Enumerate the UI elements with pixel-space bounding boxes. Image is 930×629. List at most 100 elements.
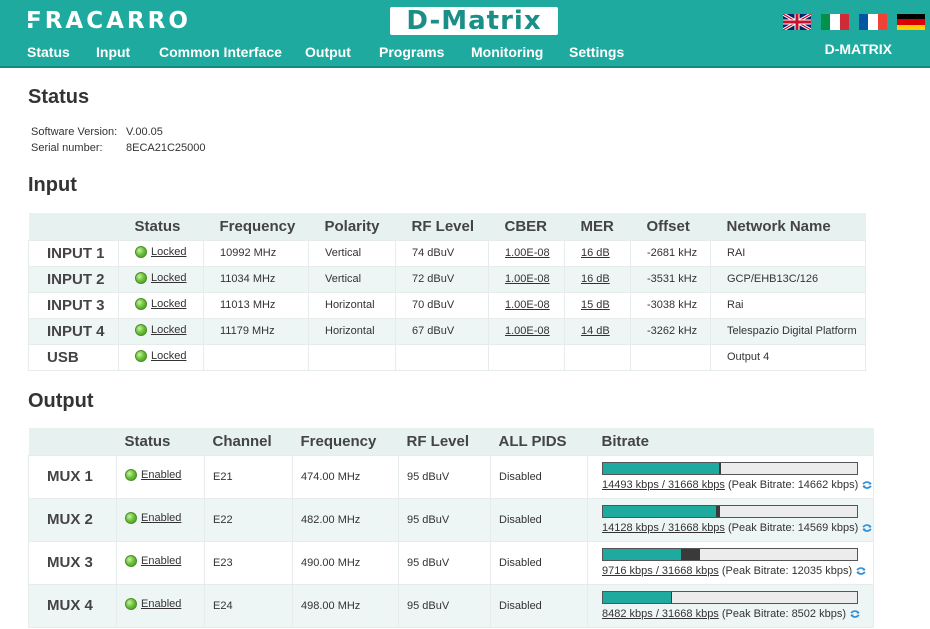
rf-level-value-cell: 95 dBuV [398,583,491,628]
nav-status[interactable]: Status [27,44,70,60]
cber-link[interactable]: 1.00E-08 [505,299,550,311]
status-link[interactable]: Locked [151,298,186,310]
bitrate-text: 9716 kbps / 31668 kbps (Peak Bitrate: 12… [602,565,873,577]
bitrate-fill [603,591,672,603]
frequency-value-cell: 490.00 MHz [292,540,399,585]
peak-bitrate-text: (Peak Bitrate: 14569 kbps) [724,521,859,534]
mer-link[interactable]: 14 dB [581,325,610,337]
header-blank [28,428,117,455]
offset-value: -3038 kHz [647,299,698,311]
refresh-icon[interactable] [862,480,872,489]
bitrate-fill [603,505,717,517]
channel-value: E23 [213,556,233,569]
input-status-cell: Locked [118,291,204,319]
en-flag-icon[interactable] [783,14,811,30]
frequency-value: 11013 MHz [220,299,276,311]
bitrate-cell: 8482 kbps / 31668 kbps (Peak Bitrate: 85… [587,583,874,628]
rf-level-value: 95 dBuV [407,513,450,526]
nav-monitoring[interactable]: Monitoring [471,44,543,60]
bitrate-bar [602,504,858,518]
channel-value-cell: E21 [204,454,293,499]
bitrate-bar [602,590,858,604]
bitrate-cell: 14493 kbps / 31668 kbps (Peak Bitrate: 1… [587,454,874,499]
mer-link-cell: 16 dB [564,265,631,293]
status-led-icon [125,512,137,524]
input-table: Status Frequency Polarity RF Level CBER … [28,213,866,371]
bitrate-bar [602,461,858,475]
all-pids-value-cell: Disabled [490,583,588,628]
rf-level-value-cell: 74 dBuV [395,239,489,267]
bitrate-peak [716,505,720,517]
mer-link[interactable]: 16 dB [581,247,610,259]
status-led-icon [125,469,137,481]
status-link[interactable]: Locked [151,246,186,258]
de-flag-icon[interactable] [897,14,925,30]
brand-text: FRACARRO [26,8,191,34]
cber-link-cell: 1.00E-08 [488,265,565,293]
frequency-value-cell: 11179 MHz [203,317,309,345]
refresh-icon[interactable] [856,566,866,575]
status-link[interactable]: Locked [151,272,186,284]
nav-common-interface[interactable]: Common Interface [159,44,282,60]
all-pids-value-cell: Disabled [490,497,588,542]
bitrate-bar [602,547,858,561]
cber-link-cell: 1.00E-08 [488,239,565,267]
input-row-name: INPUT 4 [28,317,119,345]
status-link[interactable]: Enabled [141,469,181,481]
status-link[interactable]: Enabled [141,555,181,567]
rf-level-value-cell [395,343,489,371]
d-matrix-logo: D-Matrix [390,7,558,35]
channel-value-cell: E23 [204,540,293,585]
channel-value-cell: E22 [204,497,293,542]
fr-flag-icon[interactable] [859,14,887,30]
rf-level-value-cell: 95 dBuV [398,497,491,542]
offset-value-cell: -3531 kHz [630,265,711,293]
software-version-label: Software Version: [31,126,118,138]
all-pids-value-cell: Disabled [490,454,588,499]
offset-value-cell [630,343,711,371]
input-row: INPUT 4 Locked 11179 MHz Horizontal 67 dBuV 1… [28,317,866,345]
status-link[interactable]: Enabled [141,512,181,524]
cber-link[interactable]: 1.00E-08 [505,247,550,259]
status-indicator: Enabled [125,555,181,567]
nav-settings[interactable]: Settings [569,44,624,60]
mer-link[interactable]: 16 dB [581,273,610,285]
bitrate-text: 14128 kbps / 31668 kbps (Peak Bitrate: 1… [602,522,873,534]
bitrate-link[interactable]: 14128 kbps / 31668 kbps [602,522,725,534]
frequency-value-cell: 10992 MHz [203,239,309,267]
bitrate-link[interactable]: 14493 kbps / 31668 kbps [602,479,725,491]
peak-bitrate-text: (Peak Bitrate: 8502 kbps) [718,607,846,620]
polarity-value-cell: Vertical [308,239,396,267]
col-mer: MER [564,213,631,240]
input-row-name: INPUT 2 [28,265,119,293]
it-flag-icon[interactable] [821,14,849,30]
status-led-icon [125,555,137,567]
bitrate-link[interactable]: 8482 kbps / 31668 kbps [602,608,719,620]
frequency-value-cell: 498.00 MHz [292,583,399,628]
nav-programs[interactable]: Programs [379,44,444,60]
refresh-icon[interactable] [862,523,872,532]
bitrate-link[interactable]: 9716 kbps / 31668 kbps [602,565,719,577]
nav-input[interactable]: Input [96,44,130,60]
frequency-value: 11179 MHz [220,325,275,337]
cber-link[interactable]: 1.00E-08 [505,325,550,337]
network-name-value: GCP/EHB13C/126 [727,273,819,285]
col-frequency: Frequency [203,213,309,240]
cber-link[interactable]: 1.00E-08 [505,273,550,285]
header-bar: FRACARRO D-Matrix Status Input Common In… [0,0,930,68]
mer-link[interactable]: 15 dB [581,299,610,311]
status-link[interactable]: Locked [151,350,186,362]
refresh-icon[interactable] [850,609,860,618]
rf-level-value-cell: 72 dBuV [395,265,489,293]
col-all-pids: ALL PIDS [490,428,588,455]
language-selector [783,14,925,30]
all-pids-value: Disabled [499,470,542,483]
mer-link-cell: 15 dB [564,291,631,319]
nav-output[interactable]: Output [305,44,351,60]
status-link[interactable]: Enabled [141,598,181,610]
status-link[interactable]: Locked [151,324,186,336]
status-indicator: Enabled [125,469,181,481]
col-status: Status [116,428,205,455]
input-table-header: Status Frequency Polarity RF Level CBER … [28,213,866,240]
input-status-cell: Locked [118,239,204,267]
